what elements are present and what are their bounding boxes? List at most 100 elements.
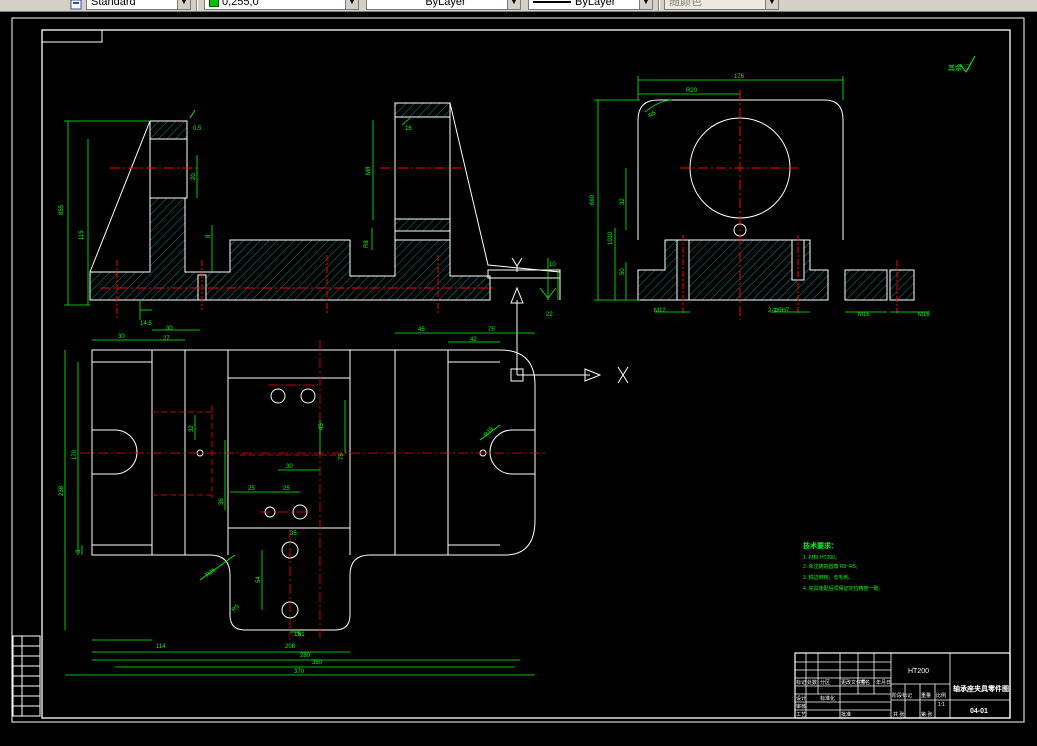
- properties-toolbar: Standard ▼ 0,255,0 ▼ ByLayer ▼ ByLayer ▼…: [0, 0, 1037, 12]
- dim-front-10: 10: [549, 262, 556, 268]
- color-value: 0,255,0: [222, 0, 259, 8]
- dim-front-115: 115: [79, 230, 85, 240]
- title-block-cell: 阶段标记: [892, 692, 912, 699]
- plot-style-value: 随颜色: [669, 0, 702, 8]
- chevron-down-icon[interactable]: ▼: [765, 0, 778, 9]
- dim-top-170: 170: [72, 449, 78, 460]
- dim-top-280: 280: [300, 653, 311, 659]
- dim-top-45-v: 45: [319, 423, 325, 430]
- lineweight-line-icon: [533, 1, 571, 4]
- dim-top-350: 350: [312, 660, 323, 666]
- top-view-centerlines: [80, 340, 545, 640]
- dim-top-370: 370: [294, 669, 305, 675]
- dim-side-176: 176: [734, 74, 745, 80]
- dim-top-81: 81: [298, 632, 305, 638]
- dim-top-54: 54: [256, 576, 262, 583]
- title-block-cell: 比例: [936, 692, 946, 699]
- dim-side-r20: R20: [686, 88, 698, 94]
- front-view: [89, 102, 561, 320]
- roughness-text: 其余 ▽: [948, 63, 971, 72]
- color-select[interactable]: 0,255,0 ▼: [204, 0, 359, 10]
- side-right-flange-end-hatch: [889, 269, 915, 301]
- title-block-cell: 分区: [820, 679, 830, 686]
- dim-side-m12: M12: [654, 308, 666, 314]
- drawing-code-box: [41, 29, 103, 43]
- dim-front-14-5: 14.5: [140, 321, 152, 327]
- dim-front-m8: M8: [366, 166, 372, 175]
- left-u-slot: [92, 429, 138, 475]
- front-right-upright-band: [394, 218, 451, 232]
- lineweight-value: ByLayer: [575, 0, 616, 8]
- title-block-cell: 处数: [807, 679, 817, 686]
- dim-side-m16-b: M16: [918, 312, 930, 318]
- tech-req-title: 技术要求：: [803, 541, 838, 550]
- front-view-hatch: [89, 197, 491, 301]
- side-right-flange-hatch: [844, 269, 888, 301]
- text-style-icon[interactable]: [70, 0, 82, 10]
- dim-top-45: 45: [418, 327, 425, 333]
- tech-req-item: 1. 材料 HT200。: [803, 554, 840, 561]
- dim-front-855: 855: [59, 204, 65, 215]
- dim-top-30a: 30: [118, 334, 125, 340]
- technical-requirements: 技术要求： 1. 材料 HT200。 2. 未注铸造圆角 R3~R5。 3. 锐…: [803, 541, 884, 592]
- ucs-axes: [510, 257, 629, 384]
- dim-side-pins: 2-Φ6H7: [768, 308, 790, 314]
- dim-front-22: 22: [546, 312, 553, 318]
- drawing-canvas[interactable]: 855 115 20 0.5 16 M8 R8 8 14.5 10 22 176…: [0, 12, 1037, 741]
- text-style-select[interactable]: Standard ▼: [86, 0, 191, 10]
- color-swatch-icon: [209, 0, 219, 8]
- text-style-value: Standard: [91, 0, 136, 8]
- title-block-cell: 工艺: [796, 712, 806, 718]
- chevron-down-icon[interactable]: ▼: [177, 0, 190, 9]
- dim-top-25b: 25: [283, 486, 290, 492]
- dim-top-208: 208: [285, 644, 296, 650]
- dim-side-660: 660: [590, 194, 596, 205]
- front-right-upright-hatch: [394, 102, 451, 118]
- linetype-select[interactable]: ByLayer ▼: [366, 0, 521, 10]
- dim-top-r5: R5: [231, 603, 241, 613]
- title-block-cell: 重量: [921, 692, 931, 699]
- dim-side-1010: 1010: [608, 231, 614, 245]
- dim-side-32: 32: [620, 198, 626, 205]
- plot-style-select[interactable]: 随颜色 ▼: [664, 0, 779, 10]
- chevron-down-icon[interactable]: ▼: [639, 0, 652, 9]
- chevron-down-icon[interactable]: ▼: [345, 0, 358, 9]
- dim-front-0-5: 0.5: [193, 126, 202, 132]
- dim-side-m16-a: M16: [858, 312, 870, 318]
- dim-top-238: 238: [59, 485, 65, 496]
- side-view: [637, 90, 915, 320]
- dim-top-32: 32: [189, 425, 195, 432]
- title-block-cell: 设计: [796, 695, 806, 702]
- top-view-dimensions: [64, 329, 535, 676]
- toolbar-separator: [196, 0, 198, 11]
- dim-front-8: 8: [206, 234, 212, 238]
- dim-front-r8: R8: [364, 240, 370, 248]
- right-u-slot: [489, 429, 535, 475]
- top-view-hidden-lines: [152, 405, 345, 498]
- title-block-drawing-no: 04-01: [970, 708, 988, 715]
- dim-top-36: 36: [219, 498, 225, 505]
- dim-side-50: 50: [620, 268, 626, 275]
- dim-top-75-v: 75: [339, 453, 345, 460]
- dim-top-42: 42: [470, 337, 477, 343]
- title-block-cell: 标记: [796, 679, 806, 686]
- dim-front-16: 16: [405, 126, 412, 132]
- roughness-note: 其余 ▽: [948, 55, 976, 73]
- bolt-hole: [270, 388, 286, 404]
- dim-side-r5: R5: [648, 110, 658, 120]
- tech-req-item: 4. 夹具装配后须保证定位精度一致。: [803, 585, 884, 592]
- tech-req-item: 2. 未注铸造圆角 R3~R5。: [803, 563, 861, 570]
- title-block-title: 轴承座夹具零件图: [953, 684, 1009, 693]
- dim-top-30b: 30: [166, 326, 173, 332]
- bolt-hole: [300, 388, 316, 404]
- lineweight-select[interactable]: ByLayer ▼: [528, 0, 653, 10]
- dim-top-27: 27: [163, 336, 170, 342]
- title-block-cell: 批准: [841, 711, 851, 718]
- cad-drawing: 855 115 20 0.5 16 M8 R8 8 14.5 10 22 176…: [11, 17, 1025, 723]
- front-left-upright-hatch: [149, 120, 188, 140]
- title-block-material: HT200: [908, 668, 929, 675]
- chevron-down-icon[interactable]: ▼: [507, 0, 520, 9]
- toolbar-separator: [658, 0, 660, 11]
- linetype-value: ByLayer: [425, 0, 466, 8]
- title-block-cell: 第 张: [921, 711, 932, 718]
